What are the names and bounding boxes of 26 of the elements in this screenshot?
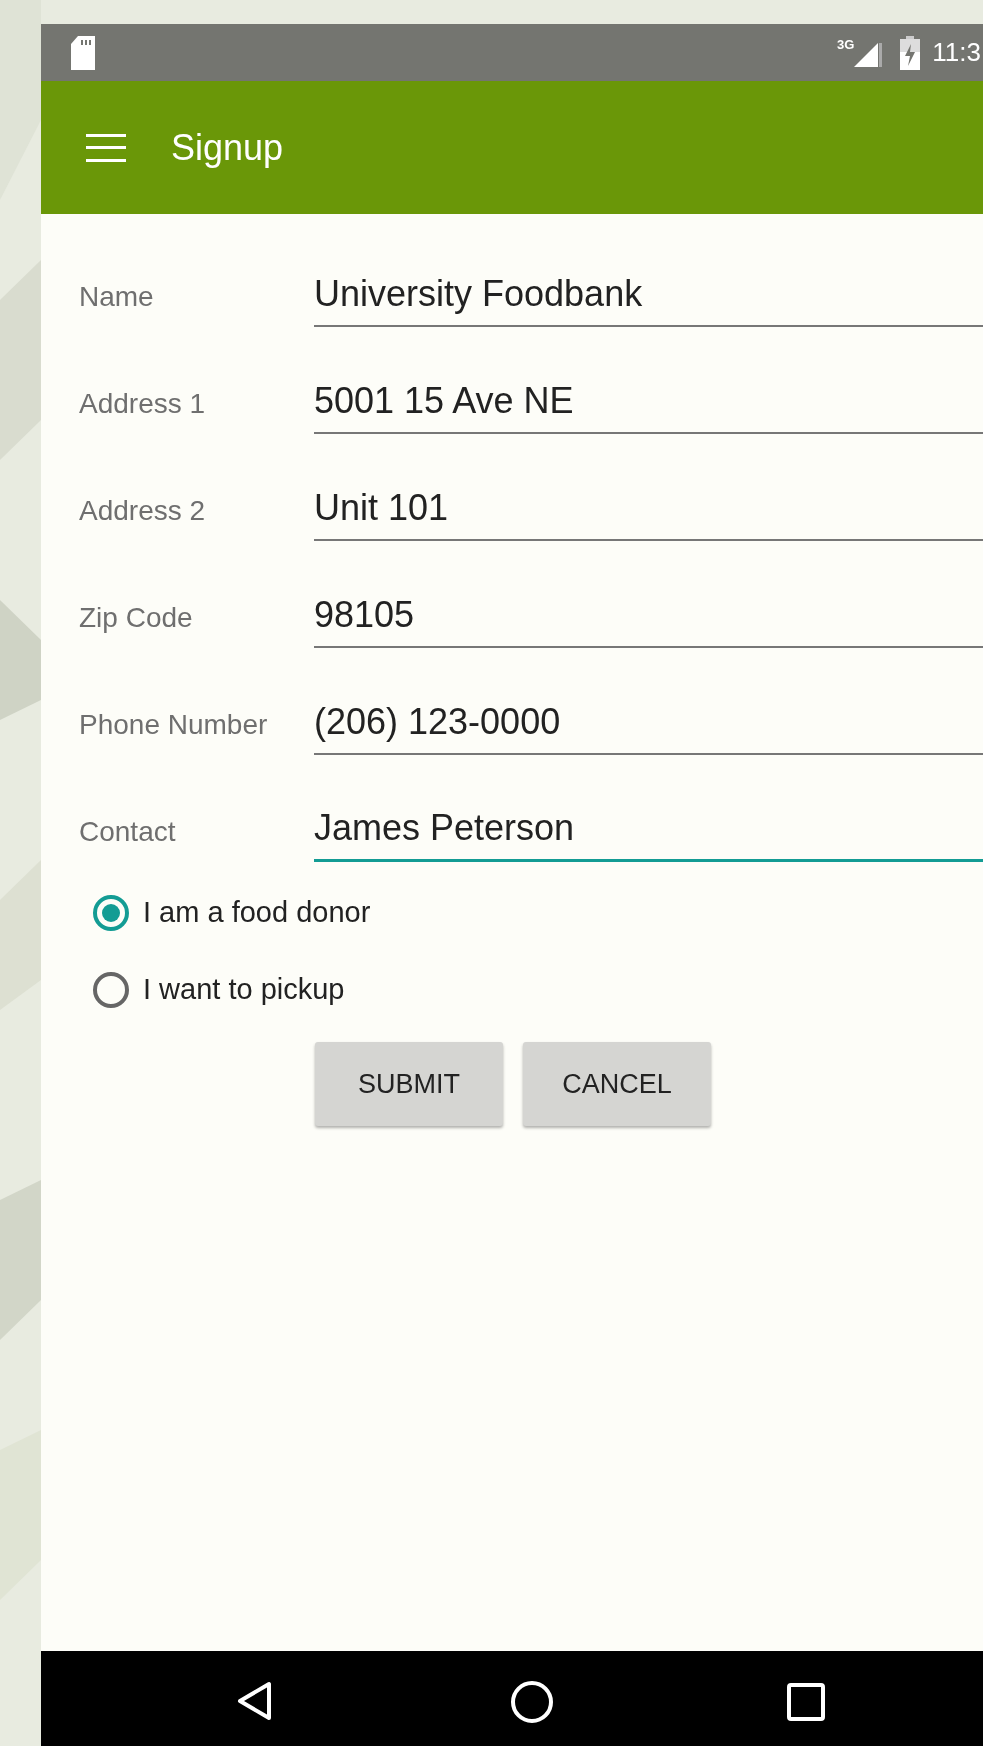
battery-icon xyxy=(900,35,921,70)
text-field[interactable]: 5001 15 Ave NE xyxy=(314,380,983,434)
sd-card-icon xyxy=(69,35,97,70)
field-label: Contact xyxy=(79,816,177,849)
text-field[interactable]: University Foodbank xyxy=(314,273,983,327)
field-label: Address 1 xyxy=(79,388,207,421)
radio-label: I want to pickup xyxy=(143,973,345,1006)
screen-title: Signup xyxy=(171,126,284,169)
text-field[interactable]: (206) 123-0000 xyxy=(314,701,983,755)
text-field[interactable]: Unit 101 xyxy=(314,487,983,541)
radio-button[interactable] xyxy=(93,971,129,1008)
action-button[interactable]: CANCEL xyxy=(523,1042,711,1126)
radio-label: I am a food donor xyxy=(143,896,371,929)
text-field[interactable]: 98105 xyxy=(314,594,983,648)
action-button[interactable]: SUBMIT xyxy=(315,1042,503,1126)
text-field[interactable]: James Peterson xyxy=(314,807,983,862)
home-button[interactable] xyxy=(510,1680,554,1724)
recents-button[interactable] xyxy=(787,1683,825,1721)
field-label: Name xyxy=(79,281,155,314)
radio-button[interactable] xyxy=(93,894,129,931)
field-label: Phone Number xyxy=(79,709,269,742)
clock-time: 11:3 xyxy=(932,37,981,68)
network-type: 3G xyxy=(836,37,855,52)
field-label: Address 2 xyxy=(79,495,207,528)
menu-button[interactable] xyxy=(86,133,126,162)
field-label: Zip Code xyxy=(79,602,194,635)
